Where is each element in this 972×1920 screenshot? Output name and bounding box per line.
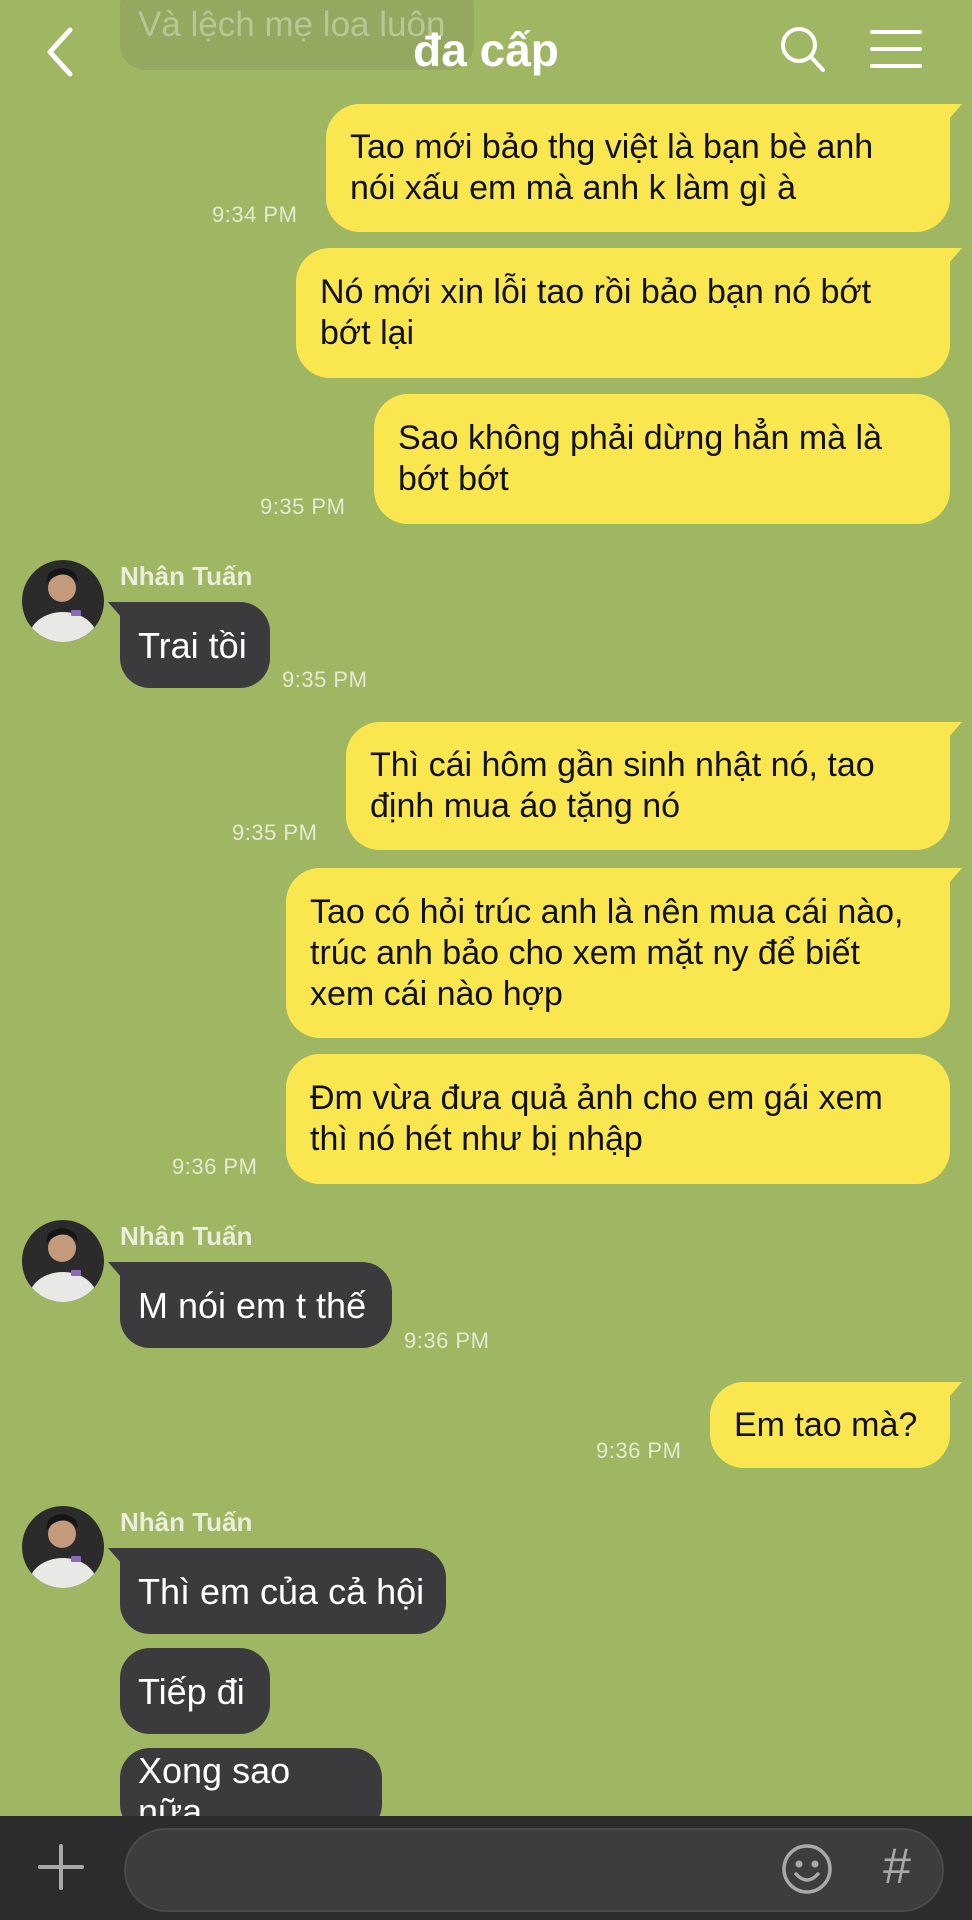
avatar[interactable] <box>22 1220 104 1302</box>
search-icon <box>781 27 825 72</box>
avatar-image <box>22 560 104 642</box>
message-time: 9:35 PM <box>232 820 318 845</box>
sender-name: Nhân Tuấn <box>120 561 253 591</box>
message-sent[interactable]: Tao có hỏi trúc anh là nên mua cái nào, … <box>286 868 962 1038</box>
emoji-button[interactable] <box>780 1842 834 1896</box>
message-time: 9:34 PM <box>212 202 298 227</box>
message-time: 9:35 PM <box>260 494 346 519</box>
message-sent[interactable]: Nó mới xin lỗi tao rồi bảo bạn nó bớt bớ… <box>296 248 962 378</box>
search-button[interactable] <box>778 24 828 76</box>
message-text: Xong sao nữa <box>138 1750 291 1816</box>
message-received[interactable]: M nói em t thế <box>108 1262 392 1348</box>
message-text: Tao có hỏi trúc anh là nên mua cái nào, … <box>310 892 904 1013</box>
message-text: Trai tồi <box>138 624 247 666</box>
message-text: Nó mới xin lỗi tao rồi bảo bạn nó bớt bớ… <box>320 273 872 352</box>
sender-name: Nhân Tuấn <box>120 1507 253 1537</box>
avatar[interactable] <box>22 1506 104 1588</box>
message-text: Đm vừa đưa quả ảnh cho em gái xem thì nó… <box>310 1079 883 1158</box>
hamburger-menu-icon <box>870 30 922 68</box>
composer-bar: # <box>0 1816 972 1920</box>
sender-name: Nhân Tuấn <box>120 1221 253 1251</box>
message-sent[interactable]: Tao mới bảo thg việt là bạn bè anh nói x… <box>326 104 962 232</box>
message-received[interactable]: Tiếp đi <box>120 1648 270 1734</box>
message-time: 9:36 PM <box>172 1154 258 1179</box>
avatar[interactable] <box>22 560 104 642</box>
message-text: Thì em của cả hội <box>138 1570 425 1612</box>
message-received[interactable]: Xong sao nữa <box>120 1748 382 1816</box>
avatar-image <box>22 1506 104 1588</box>
message-text: Em tao mà? <box>734 1405 918 1444</box>
message-text: Sao không phải dừng hẳn mà là bớt bớt <box>398 419 883 498</box>
message-received[interactable]: Thì em của cả hội <box>108 1548 446 1634</box>
message-text: Thì cái hôm gần sinh nhật nó, tao định m… <box>370 746 875 825</box>
add-attachment-button[interactable] <box>36 1842 86 1892</box>
message-time: 9:36 PM <box>596 1438 682 1463</box>
message-time: 9:35 PM <box>282 667 368 692</box>
menu-button[interactable] <box>868 26 924 72</box>
avatar-image <box>22 1220 104 1302</box>
message-received[interactable]: Trai tồi <box>108 602 270 688</box>
message-time: 9:36 PM <box>404 1328 490 1353</box>
hashtag-button[interactable]: # <box>872 1836 922 1896</box>
message-text: Tao mới bảo thg việt là bạn bè anh nói x… <box>350 128 874 207</box>
message-sent[interactable]: Sao không phải dừng hẳn mà là bớt bớt <box>374 394 950 524</box>
chat-area[interactable]: Tao mới bảo thg việt là bạn bè anh nói x… <box>0 0 972 1816</box>
chat-header: Và lệch mẹ loa luôn đa cấp <box>0 0 972 100</box>
message-text: M nói em t thế <box>138 1284 367 1326</box>
message-sent[interactable]: Đm vừa đưa quả ảnh cho em gái xem thì nó… <box>286 1054 950 1184</box>
message-text: Tiếp đi <box>138 1670 245 1712</box>
message-sent[interactable]: Em tao mà? <box>710 1382 962 1468</box>
plus-icon <box>38 1844 84 1890</box>
emoji-icon <box>782 1844 832 1894</box>
message-sent[interactable]: Thì cái hôm gần sinh nhật nó, tao định m… <box>346 722 962 850</box>
